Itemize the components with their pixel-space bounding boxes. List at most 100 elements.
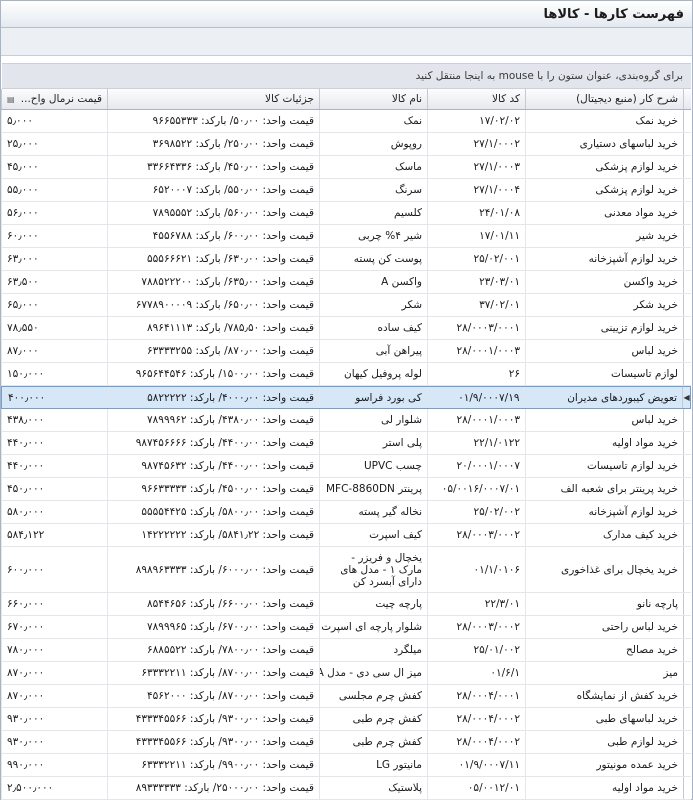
cell-price[interactable]: ۱۵۰٫۰۰۰ (1, 363, 107, 385)
cell-code[interactable]: ۰۵/۰۰۱۲/۰۱ (427, 777, 525, 799)
cell-work-desc[interactable]: خرید یخچال برای غذاخوری (525, 547, 683, 592)
cell-name[interactable]: سرنگ (319, 179, 427, 201)
cell-work-desc[interactable]: خرید لوازم تاسیسات (525, 455, 683, 477)
cell-work-desc[interactable]: خرید عمده مونیتور (525, 754, 683, 776)
cell-price[interactable]: ۶۶۰٫۰۰۰ (1, 593, 107, 615)
cell-details[interactable]: قیمت واحد: ۸۷۰۰٫۰۰/ بارکد: ۶۳۳۳۲۲۱۱ (107, 662, 319, 684)
cell-details[interactable]: قیمت واحد: ۵۸۰۰٫۰۰/ بارکد: ۵۵۵۵۴۴۲۵ (107, 501, 319, 523)
cell-price[interactable]: ۹۹۰٫۰۰۰ (1, 754, 107, 776)
table-row[interactable]: خرید کفش از نمایشگاه ۲۸/۰۰۰۴/۰۰۰۱ کفش چرم … (1, 685, 691, 708)
cell-code[interactable]: ۲۸/۰۰۰۴/۰۰۰۲ (427, 731, 525, 753)
table-row[interactable]: ◀ تعویض کیبوردهای مدیران ۰۱/۹/۰۰۰۷/۱۹ کی بو… (1, 386, 691, 409)
column-header-code[interactable]: کد کالا (427, 89, 525, 109)
cell-code[interactable]: ۲۲/۱/۰۱۲۲ (427, 432, 525, 454)
table-row[interactable]: خرید یخچال برای غذاخوری ۰۱/۱/۰۱۰۶ یخچال و … (1, 547, 691, 593)
table-row[interactable]: میز۰۱/۶/۱میز ال سی دی - مدل Aقیمت واحد: … (1, 662, 691, 685)
cell-code[interactable]: ۰۱/۶/۱ (427, 662, 525, 684)
cell-code[interactable]: ۲۸/۰۰۰۴/۰۰۰۱ (427, 685, 525, 707)
cell-details[interactable]: قیمت واحد: ۴۳۸۰٫۰۰/ بارکد: ۷۸۹۹۹۶۲ (107, 409, 319, 431)
cell-name[interactable]: کفش چرم طبی (319, 708, 427, 730)
cell-name[interactable]: یخچال و فریزر - مارک ۱ - مدل های دارای آ… (319, 547, 427, 592)
cell-work-desc[interactable]: خرید لوازم تزیینی (525, 317, 683, 339)
cell-work-desc[interactable]: پارچه نانو (525, 593, 683, 615)
cell-name[interactable]: لوله پروفیل کیهان (319, 363, 427, 385)
table-row[interactable]: خرید کیف مدارک ۲۸/۰۰۰۳/۰۰۰۲ کیف اسپرت قیمت … (1, 524, 691, 547)
cell-code[interactable]: ۲۲/۳/۰۱ (427, 593, 525, 615)
cell-details[interactable]: قیمت واحد: ۱۵۰۰٫۰۰/ بارکد: ۹۶۵۶۴۴۵۴۶ (107, 363, 319, 385)
cell-name[interactable]: شلوار پارچه ای اسپرت (319, 616, 427, 638)
cell-price[interactable]: ۴۵۰٫۰۰۰ (1, 478, 107, 500)
table-row[interactable]: خرید لوازم طبی ۲۸/۰۰۰۴/۰۰۰۲ کفش چرم طبی قیم… (1, 731, 691, 754)
cell-code[interactable]: ۲۸/۰۰۰۱/۰۰۰۳ (427, 340, 525, 362)
cell-price[interactable]: ۵۶٫۰۰۰ (1, 202, 107, 224)
group-by-panel[interactable]: برای گروه‌بندی، عنوان ستون را با mouse ب… (2, 63, 691, 89)
cell-code[interactable]: ۲۳/۰۳/۰۱ (427, 271, 525, 293)
cell-work-desc[interactable]: لوازم تاسیسات (525, 363, 683, 385)
cell-price[interactable]: ۴۴۰٫۰۰۰ (1, 455, 107, 477)
cell-work-desc[interactable]: خرید لباس (525, 409, 683, 431)
cell-work-desc[interactable]: خرید شکر (525, 294, 683, 316)
cell-work-desc[interactable]: خرید مواد اولیه (525, 777, 683, 799)
cell-work-desc[interactable]: خرید واکسن (525, 271, 683, 293)
cell-work-desc[interactable]: خرید مواد معدنی (525, 202, 683, 224)
table-row[interactable]: خرید مواد معدنی ۲۴/۰۱/۰۸ کلسیم قیمت واحد: ۵… (1, 202, 691, 225)
cell-details[interactable]: قیمت واحد: ۴۰۰۰٫۰۰/ بارکد: ۵۸۲۲۲۲۲ (107, 387, 319, 408)
cell-price[interactable]: ۹۳۰٫۰۰۰ (1, 708, 107, 730)
cell-details[interactable]: قیمت واحد: ۹۳۰۰٫۰۰/ بارکد: ۴۳۳۳۴۵۵۶۶ (107, 731, 319, 753)
cell-work-desc[interactable]: خرید شیر (525, 225, 683, 247)
cell-code[interactable]: ۰۵/۰۰۱۶/۰۰۰۷/۰۱ (427, 478, 525, 500)
cell-price[interactable]: ۴۳۸٫۰۰۰ (1, 409, 107, 431)
cell-name[interactable]: میز ال سی دی - مدل A (319, 662, 427, 684)
table-row[interactable]: خرید لباسهای دستیاری ۲۷/۱/۰۰۰۲ روپوش قیمت و… (1, 133, 691, 156)
cell-price[interactable]: ۶۰۰٫۰۰۰ (1, 547, 107, 592)
cell-price[interactable]: ۹۳۰٫۰۰۰ (1, 731, 107, 753)
cell-details[interactable]: قیمت واحد: ۸۷۰۰٫۰۰/ بارکد: ۴۵۶۲۰۰۰ (107, 685, 319, 707)
cell-details[interactable]: قیمت واحد: ۴۴۰۰٫۰۰/ بارکد: ۹۸۷۴۵۶۳۲ (107, 455, 319, 477)
table-row[interactable]: خرید لباسهای طبی ۲۸/۰۰۰۴/۰۰۰۲ کفش چرم طبی ق… (1, 708, 691, 731)
cell-code[interactable]: ۲۰/۰۰۰۱/۰۰۰۷ (427, 455, 525, 477)
cell-work-desc[interactable]: خرید کیف مدارک (525, 524, 683, 546)
cell-code[interactable]: ۲۸/۰۰۰۳/۰۰۰۲ (427, 524, 525, 546)
cell-code[interactable]: ۰۱/۱/۰۱۰۶ (427, 547, 525, 592)
table-row[interactable]: خرید شیر ۱۷/۰۱/۱۱ شیر ۴% چربی قیمت واحد: ۶۰… (1, 225, 691, 248)
cell-price[interactable]: ۴۰۰٫۰۰۰ (2, 387, 108, 408)
cell-code[interactable]: ۲۶ (427, 363, 525, 385)
cell-details[interactable]: قیمت واحد: ۵۰٫۰۰/ بارکد: ۹۶۶۵۵۳۳۳ (107, 110, 319, 132)
cell-name[interactable]: شیر ۴% چربی (319, 225, 427, 247)
table-row[interactable]: خرید لوازم آشپزخانه ۲۵/۰۲/۰۰۲ نخاله گیر پس… (1, 501, 691, 524)
cell-code[interactable]: ۲۸/۰۰۰۱/۰۰۰۳ (427, 409, 525, 431)
cell-details[interactable]: قیمت واحد: ۵۸۴۱٫۲۲/ بارکد: ۱۴۲۲۲۲۲۲ (107, 524, 319, 546)
cell-name[interactable]: واکسن A (319, 271, 427, 293)
table-row[interactable]: خرید لباس ۲۸/۰۰۰۱/۰۰۰۳ پیراهن آبی قیمت واحد… (1, 340, 691, 363)
cell-name[interactable]: پرینتر MFC-8860DN (319, 478, 427, 500)
cell-details[interactable]: قیمت واحد: ۷۸۵٫۵۰/ بارکد: ۸۹۶۴۱۱۱۳ (107, 317, 319, 339)
table-row[interactable]: خرید لوازم تزیینی ۲۸/۰۰۰۳/۰۰۰۱ کیف ساده قیم… (1, 317, 691, 340)
cell-work-desc[interactable]: میز (525, 662, 683, 684)
table-row[interactable]: خرید عمده مونیتور ۰۱/۹/۰۰۰۷/۱۱ مانیتور LG ق… (1, 754, 691, 777)
table-row[interactable]: خرید نمک ۱۷/۰۲/۰۲ نمک قیمت واحد: ۵۰٫۰۰/ بار… (1, 110, 691, 133)
cell-details[interactable]: قیمت واحد: ۷۸۰۰٫۰۰/ بارکد: ۶۸۸۵۵۲۲ (107, 639, 319, 661)
cell-details[interactable]: قیمت واحد: ۸۷۰٫۰۰/ بارکد: ۶۳۳۳۳۲۵۵ (107, 340, 319, 362)
column-header-details[interactable]: جزئیات کالا (107, 89, 319, 109)
cell-price[interactable]: ۴۵٫۰۰۰ (1, 156, 107, 178)
cell-name[interactable]: پلی استر (319, 432, 427, 454)
cell-code[interactable]: ۲۴/۰۱/۰۸ (427, 202, 525, 224)
cell-price[interactable]: ۶۳٫۰۰۰ (1, 248, 107, 270)
cell-code[interactable]: ۲۵/۰۲/۰۰۲ (427, 501, 525, 523)
cell-code[interactable]: ۲۷/۱/۰۰۰۳ (427, 156, 525, 178)
cell-details[interactable]: قیمت واحد: ۲۵۰٫۰۰/ بارکد: ۳۶۹۸۵۲۲ (107, 133, 319, 155)
cell-code[interactable]: ۲۸/۰۰۰۳/۰۰۰۱ (427, 317, 525, 339)
table-row[interactable]: خرید مواد اولیه ۲۲/۱/۰۱۲۲ پلی استر قیمت واح… (1, 432, 691, 455)
cell-price[interactable]: ۶۵٫۰۰۰ (1, 294, 107, 316)
cell-name[interactable]: شلوار لی (319, 409, 427, 431)
cell-name[interactable]: کفش چرم طبی (319, 731, 427, 753)
cell-price[interactable]: ۸۷۰٫۰۰۰ (1, 662, 107, 684)
cell-code[interactable]: ۳۷/۰۲/۰۱ (427, 294, 525, 316)
cell-work-desc[interactable]: خرید لباسهای دستیاری (525, 133, 683, 155)
cell-name[interactable]: کفش چرم مجلسی (319, 685, 427, 707)
table-row[interactable]: خرید واکسن ۲۳/۰۳/۰۱ واکسن A قیمت واحد: ۶۳۵٫… (1, 271, 691, 294)
cell-name[interactable]: کلسیم (319, 202, 427, 224)
data-grid[interactable]: شرح کار (منبع دیجیتال) کد کالا نام کالا … (1, 89, 691, 800)
cell-details[interactable]: قیمت واحد: ۶۷۰۰٫۰۰/ بارکد: ۷۸۹۹۹۶۵ (107, 616, 319, 638)
table-row[interactable]: خرید لوازم پزشکی ۲۷/۱/۰۰۰۴ سرنگ قیمت واحد: … (1, 179, 691, 202)
